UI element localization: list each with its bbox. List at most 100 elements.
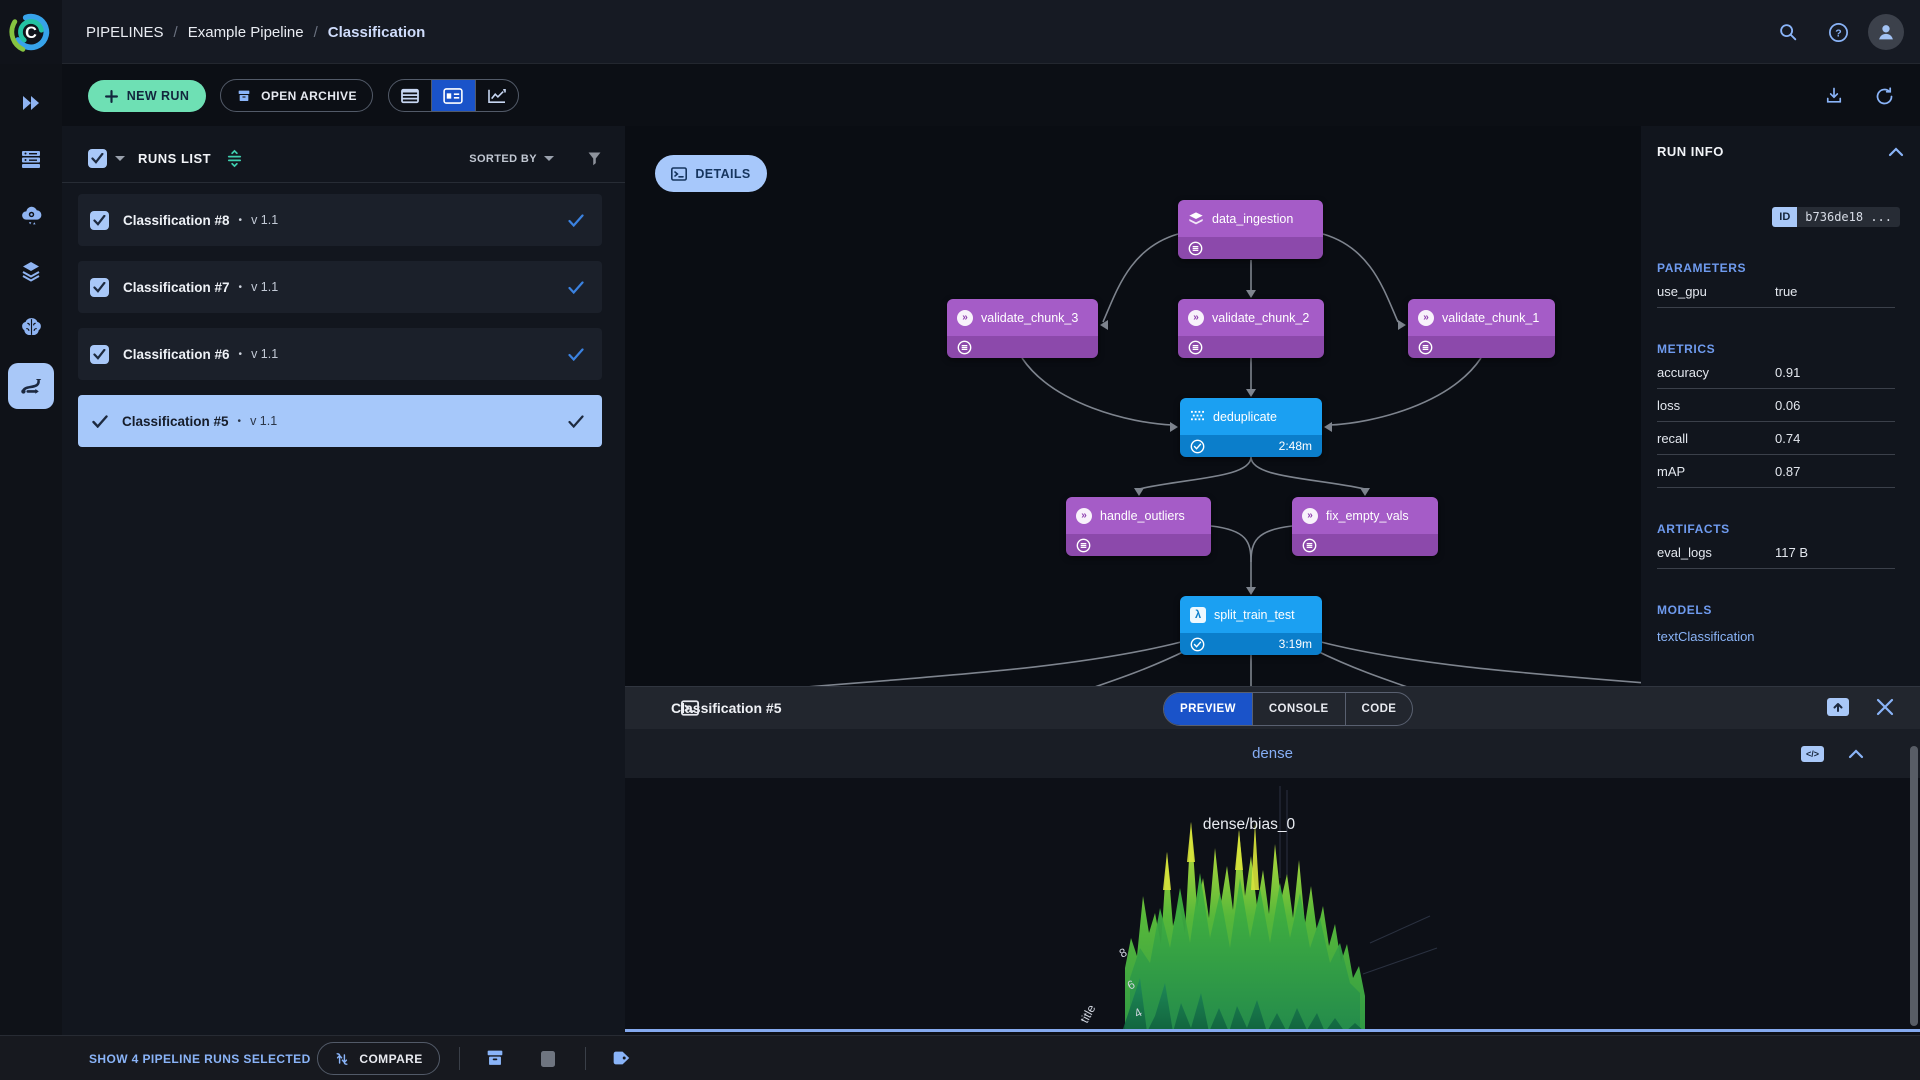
z-axis-label: title (1077, 1002, 1098, 1025)
queue-status-icon (957, 340, 972, 355)
run-item-classification-6[interactable]: Classification #6 • v 1.1 (78, 328, 602, 380)
sidebar-item-hyperdatasets[interactable] (0, 243, 62, 299)
dag-node-deduplicate[interactable]: deduplicate 2:48m (1180, 398, 1322, 457)
help-icon[interactable]: ? (1818, 12, 1858, 52)
tab-console[interactable]: CONSOLE (1252, 693, 1345, 725)
metrics-section-title: METRICS (1657, 342, 1904, 356)
dataset-icon (1188, 212, 1204, 226)
tab-code[interactable]: CODE (1345, 693, 1413, 725)
close-panel-icon[interactable] (1876, 698, 1894, 716)
breadcrumb-project[interactable]: Example Pipeline (188, 24, 304, 41)
dag-node-validate-chunk-3[interactable]: »validate_chunk_3 (947, 299, 1098, 358)
queue-status-icon (1188, 340, 1203, 355)
run-item-classification-8[interactable]: Classification #8 • v 1.1 (78, 194, 602, 246)
app-sidebar (0, 64, 62, 1035)
sidebar-item-dataops[interactable] (0, 187, 62, 243)
metric-row: loss0.06 (1657, 389, 1895, 422)
sorted-by-dropdown[interactable]: SORTED BY (469, 153, 554, 165)
artifacts-section-title: ARTIFACTS (1657, 522, 1904, 536)
chart-view-button[interactable] (475, 80, 518, 111)
dag-node-validate-chunk-2[interactable]: »validate_chunk_2 (1178, 299, 1324, 358)
cloud-sync-icon (19, 203, 44, 228)
archive-action-icon[interactable] (484, 1047, 506, 1069)
chevrons-icon: » (1076, 508, 1092, 524)
open-archive-button[interactable]: OPEN ARCHIVE (220, 79, 373, 112)
completed-status-icon (1190, 637, 1205, 652)
new-run-button[interactable]: NEW RUN (88, 80, 206, 112)
server-icon (19, 147, 43, 171)
app-logo[interactable]: C (0, 0, 62, 64)
footer-divider (585, 1047, 586, 1070)
detail-view-icon (443, 88, 463, 104)
run-info-panel: RUN INFO ID b736de18 ... PARAMETERS use_… (1641, 126, 1920, 686)
detail-view-button[interactable] (431, 80, 474, 111)
select-all-caret-icon[interactable] (115, 156, 125, 161)
selection-count-text[interactable]: SHOW 4 PIPELINE RUNS SELECTED (89, 1036, 311, 1080)
terminal-icon (681, 700, 699, 716)
parameter-row: use_gpu true (1657, 275, 1895, 308)
sidebar-item-models[interactable] (0, 299, 62, 355)
terminal-icon (671, 167, 687, 181)
metric-group-header[interactable]: dense </> (625, 729, 1920, 778)
collapse-panel-icon[interactable] (1888, 147, 1904, 157)
sidebar-item-datasets[interactable] (0, 131, 62, 187)
chevrons-icon: » (1188, 310, 1204, 326)
metric-group-title: dense (1252, 745, 1293, 762)
dag-node-fix-empty-vals[interactable]: »fix_empty_vals (1292, 497, 1438, 556)
sidebar-item-projects[interactable] (0, 75, 62, 131)
dag-node-data-ingestion[interactable]: data_ingestion (1178, 200, 1323, 259)
auto-refresh-icon[interactable] (1864, 76, 1904, 116)
run-checkbox[interactable] (90, 345, 109, 364)
user-avatar[interactable] (1868, 14, 1904, 50)
metric-row: accuracy0.91 (1657, 356, 1895, 389)
dag-node-validate-chunk-1[interactable]: »validate_chunk_1 (1408, 299, 1555, 358)
abort-action-icon[interactable] (540, 1050, 556, 1068)
tag-action-icon[interactable] (610, 1047, 632, 1069)
compare-icon (334, 1051, 350, 1067)
table-view-button[interactable] (389, 80, 431, 111)
code-toggle-icon[interactable]: </> (1801, 746, 1824, 762)
run-id-row: ID b736de18 ... (1657, 207, 1904, 227)
chevrons-icon: » (957, 310, 973, 326)
metric-row: recall0.74 (1657, 422, 1895, 455)
breadcrumb: PIPELINES / Example Pipeline / Classific… (86, 0, 425, 64)
breadcrumb-page: Classification (328, 24, 426, 41)
svg-text:C: C (25, 24, 37, 42)
search-icon[interactable] (1768, 12, 1808, 52)
collapse-section-icon[interactable] (1848, 749, 1864, 759)
sidebar-item-pipelines-selected[interactable] (8, 363, 54, 409)
pipeline-toolbar: NEW RUN OPEN ARCHIVE (62, 64, 1920, 126)
node-duration: 3:19m (1279, 637, 1312, 651)
breadcrumb-pipelines[interactable]: PIPELINES (86, 24, 164, 41)
model-link[interactable]: textClassification (1657, 629, 1904, 644)
run-completed-check-icon (568, 281, 584, 294)
download-icon[interactable] (1814, 76, 1854, 116)
dag-node-split-train-test[interactable]: λ split_train_test 3:19m (1180, 596, 1322, 655)
scrollbar-thumb[interactable] (1910, 746, 1918, 1026)
filter-icon[interactable] (586, 150, 603, 167)
clearml-logo-icon: C (8, 9, 54, 55)
dither-icon (1190, 410, 1205, 423)
queue-status-icon (1076, 538, 1091, 553)
queue-status-icon (1418, 340, 1433, 355)
chart-view-icon (487, 88, 507, 104)
parameters-section-title: PARAMETERS (1657, 261, 1904, 275)
compare-button[interactable]: COMPARE (317, 1042, 440, 1075)
surface-plot[interactable]: dense/bias_0 (625, 778, 1920, 1032)
queue-status-icon (1188, 241, 1203, 256)
details-button[interactable]: DETAILS (655, 155, 767, 192)
tab-preview[interactable]: PREVIEW (1164, 693, 1252, 725)
run-selected-check-icon[interactable] (92, 415, 108, 428)
run-id-value[interactable]: b736de18 ... (1797, 207, 1900, 227)
select-all-checkbox[interactable] (88, 149, 107, 168)
run-completed-check-icon (568, 214, 584, 227)
top-bar: C PIPELINES / Example Pipeline / Classif… (0, 0, 1920, 64)
run-item-classification-5-selected[interactable]: Classification #5 • v 1.1 (78, 395, 602, 447)
run-checkbox[interactable] (90, 211, 109, 230)
dag-node-handle-outliers[interactable]: »handle_outliers (1066, 497, 1211, 556)
run-checkbox[interactable] (90, 278, 109, 297)
brain-icon (19, 315, 44, 340)
reorder-icon[interactable] (225, 149, 244, 168)
run-item-classification-7[interactable]: Classification #7 • v 1.1 (78, 261, 602, 313)
expand-panel-icon[interactable] (1826, 697, 1850, 717)
